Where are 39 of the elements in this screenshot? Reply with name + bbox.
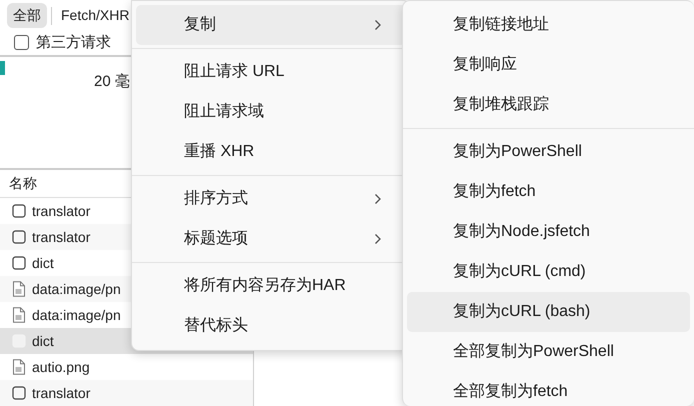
menu-item[interactable]: 复制堆栈跟踪	[407, 85, 690, 125]
menu-item[interactable]: 复制响应	[407, 45, 690, 85]
filter-tab[interactable]: 全部	[7, 3, 47, 28]
menu-item[interactable]: 复制链接地址	[407, 5, 690, 45]
menu-item[interactable]: 全部复制为PowerShell	[407, 332, 690, 372]
menu-item[interactable]: 复制为Node.jsfetch	[407, 212, 690, 252]
chevron-icon	[374, 19, 382, 31]
square-icon	[12, 255, 26, 271]
request-name: dict	[32, 254, 54, 272]
request-row[interactable]: autio.png	[0, 354, 253, 380]
square-icon	[12, 203, 26, 219]
menu-item[interactable]: 复制为cURL (bash)	[407, 292, 690, 332]
request-name: translator	[32, 228, 90, 246]
checkbox[interactable]	[14, 35, 29, 50]
image-file-icon	[12, 281, 26, 297]
image-file-icon	[12, 359, 26, 375]
menu-item[interactable]: 重播 XHR	[136, 132, 406, 172]
menu-item[interactable]: 阻止请求 URL	[136, 52, 406, 92]
filter-tab[interactable]: Fetch/XHR	[55, 3, 136, 28]
chevron-icon	[374, 233, 382, 245]
timeline-tick-label: 20 毫	[94, 72, 130, 92]
request-row[interactable]: translator	[0, 380, 253, 406]
request-name: dict	[32, 332, 54, 350]
menu-item[interactable]: 复制为fetch	[407, 172, 690, 212]
request-name: translator	[32, 202, 90, 220]
chevron-icon	[374, 193, 382, 205]
request-name: autio.png	[32, 358, 90, 377]
square-icon	[12, 229, 26, 245]
menu-item[interactable]: 全部复制为fetch	[407, 372, 690, 406]
menu-item[interactable]: 阻止请求域	[136, 92, 406, 132]
overview-marker	[0, 60, 5, 75]
image-file-icon	[12, 307, 26, 323]
checkbox-label: 第三方请求	[36, 32, 111, 53]
menu-item[interactable]: 复制为PowerShell	[407, 132, 690, 172]
request-name: data:image/pn	[32, 280, 121, 299]
menu-item[interactable]: 复制为cURL (cmd)	[407, 252, 690, 292]
square-icon	[12, 385, 26, 401]
request-name: data:image/pn	[32, 306, 121, 325]
request-name: translator	[32, 384, 90, 402]
